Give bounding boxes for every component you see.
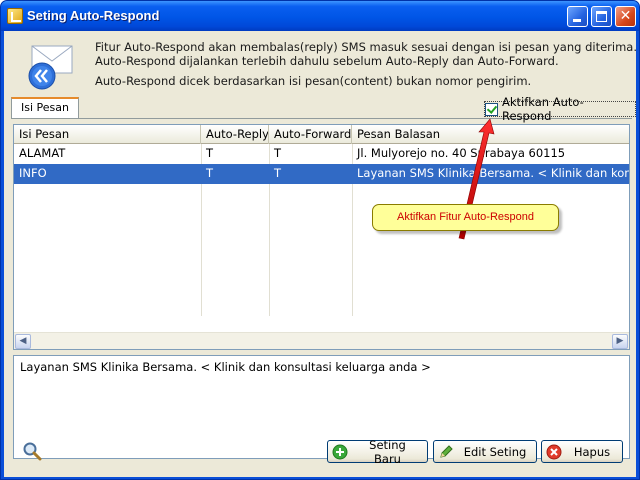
- cell-auto-forward: T: [274, 146, 282, 160]
- edit-setting-button[interactable]: Edit Seting: [433, 440, 537, 463]
- info-line-2: Auto-Respond dijalankan terlebih dahulu …: [95, 54, 559, 68]
- enable-auto-respond-checkbox[interactable]: [485, 102, 498, 116]
- delete-button[interactable]: Hapus: [541, 440, 623, 463]
- add-icon: [332, 444, 348, 459]
- envelope-back-icon: [28, 45, 73, 90]
- minimize-icon: [573, 19, 581, 22]
- scroll-left-button[interactable]: ◀: [15, 334, 31, 349]
- cell-pesan-balasan: Layanan SMS Klinika Bersama. < Klinik da…: [357, 166, 629, 180]
- horizontal-scrollbar[interactable]: ◀ ▶: [14, 332, 629, 349]
- minimize-button[interactable]: [567, 6, 588, 27]
- title-bar[interactable]: Seting Auto-Respond ✕: [1, 1, 639, 31]
- scroll-right-button[interactable]: ▶: [612, 334, 628, 349]
- window-client-area: Fitur Auto-Respond akan membalas(reply) …: [4, 31, 637, 477]
- auto-respond-table[interactable]: Isi Pesan Auto-Reply Auto-Forward Pesan …: [13, 124, 630, 350]
- delete-icon: [546, 444, 562, 459]
- info-description: Fitur Auto-Respond akan membalas(reply) …: [95, 40, 637, 88]
- enable-auto-respond-checkbox-group[interactable]: Aktifkan Auto-Respond: [484, 95, 636, 123]
- new-setting-label: Seting Baru: [369, 437, 406, 466]
- search-icon[interactable]: [22, 441, 42, 461]
- edit-setting-label: Edit Seting: [463, 444, 527, 459]
- app-icon: [7, 8, 23, 24]
- cell-isi-pesan: INFO: [19, 166, 47, 180]
- cell-isi-pesan: ALAMAT: [19, 146, 66, 160]
- table-header: Isi Pesan Auto-Reply Auto-Forward Pesan …: [14, 125, 629, 144]
- close-button[interactable]: ✕: [615, 6, 636, 27]
- app-window: Seting Auto-Respond ✕ Fitur Auto-Respond…: [0, 0, 640, 480]
- new-setting-button[interactable]: Seting Baru: [327, 437, 428, 466]
- delete-label: Hapus: [573, 444, 611, 459]
- cell-auto-forward: T: [274, 166, 282, 180]
- maximize-button[interactable]: [591, 6, 612, 27]
- column-header-auto-reply[interactable]: Auto-Reply: [201, 125, 269, 144]
- pencil-icon: [440, 444, 453, 458]
- reply-preview-box[interactable]: Layanan SMS Klinika Bersama. < Klinik da…: [13, 355, 630, 459]
- tab-isi-pesan[interactable]: Isi Pesan: [11, 97, 79, 119]
- maximize-icon: [596, 11, 607, 22]
- annotation-callout: Aktifkan Fitur Auto-Respond: [372, 204, 559, 231]
- cell-auto-reply: T: [206, 166, 214, 180]
- table-row-selected[interactable]: INFO T T Layanan SMS Klinika Bersama. < …: [14, 164, 629, 184]
- column-header-pesan-balasan[interactable]: Pesan Balasan: [352, 125, 629, 144]
- enable-auto-respond-label: Aktifkan Auto-Respond: [501, 95, 584, 123]
- table-row[interactable]: ALAMAT T T Jl. Mulyorejo no. 40 Surabaya…: [14, 144, 629, 164]
- column-header-isi-pesan[interactable]: Isi Pesan: [14, 125, 201, 144]
- close-icon: ✕: [619, 8, 632, 24]
- column-header-auto-forward[interactable]: Auto-Forward: [269, 125, 352, 144]
- info-line-1: Fitur Auto-Respond akan membalas(reply) …: [95, 40, 637, 54]
- cell-pesan-balasan: Jl. Mulyorejo no. 40 Surabaya 60115: [357, 146, 566, 160]
- cell-auto-reply: T: [206, 146, 214, 160]
- info-line-3: Auto-Respond dicek berdasarkan isi pesan…: [95, 74, 532, 88]
- window-title: Seting Auto-Respond: [27, 8, 160, 23]
